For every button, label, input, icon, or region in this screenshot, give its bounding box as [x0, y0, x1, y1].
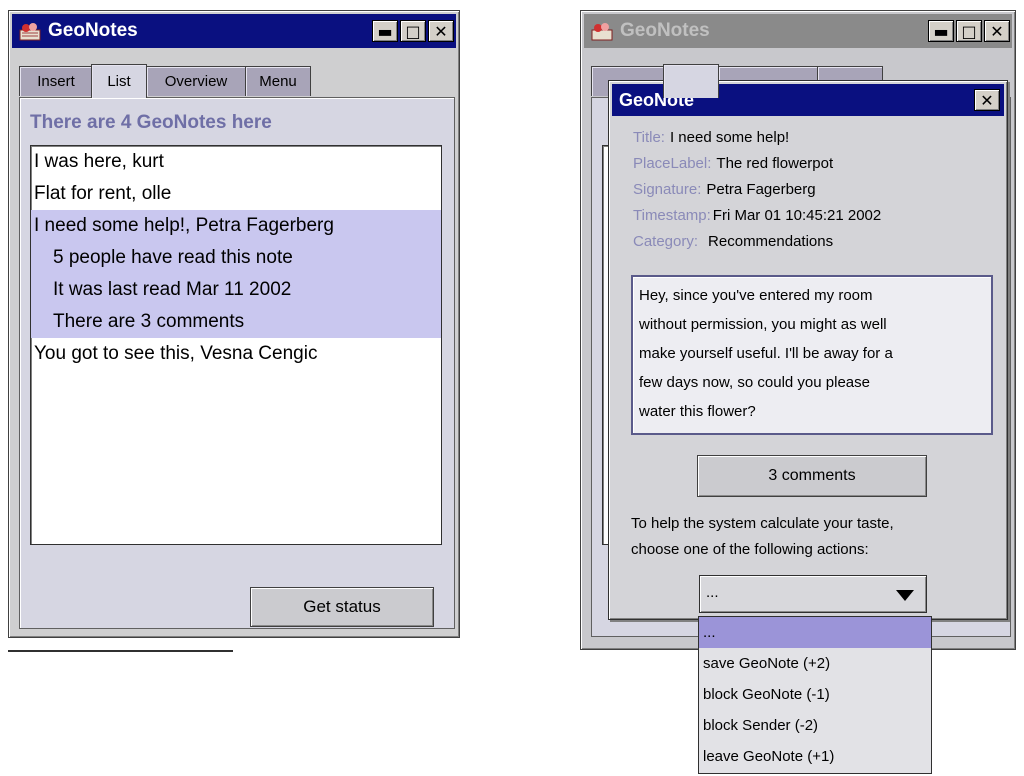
geonotes-app-icon [590, 20, 614, 42]
close-icon[interactable]: ✕ [428, 20, 454, 42]
geonotes-app-icon [18, 20, 42, 42]
close-icon[interactable]: ✕ [974, 89, 1000, 111]
minimize-icon[interactable]: ▬ [928, 20, 954, 42]
title-value: I need some help! [669, 129, 790, 146]
tab-overview[interactable]: Overview [146, 66, 246, 96]
tab-list-label: List [107, 73, 131, 90]
title-row: Title: I need some help! [633, 125, 993, 151]
taste-instructions: To help the system calculate your taste,… [631, 511, 1001, 563]
minimize-icon[interactable]: ▬ [372, 20, 398, 42]
tab-overview-label: Overview [164, 73, 228, 90]
taste-instruction-line-1: To help the system calculate your taste, [631, 515, 894, 532]
place-label-value: The red flowerpot [716, 155, 834, 172]
taste-options-dropdown: ... save GeoNote (+2) block GeoNote (-1)… [698, 616, 932, 774]
right-window-title: GeoNotes [620, 20, 710, 41]
category-label: Category: [633, 233, 699, 250]
taste-instruction-line-2: choose one of the following actions: [631, 541, 869, 558]
tab-list[interactable]: List [91, 64, 147, 98]
get-status-button[interactable]: Get status [250, 587, 434, 627]
tab-list[interactable] [663, 64, 719, 98]
left-window-shadow-line [8, 650, 233, 652]
geonote-dialog: GeoNote ✕ Title: I need some help! PlaceL… [608, 80, 1008, 620]
comments-button[interactable]: 3 comments [697, 455, 927, 497]
tab-insert[interactable]: Insert [19, 66, 93, 96]
title-label: Title: [633, 129, 665, 146]
timestamp-label: Timestamp: [633, 207, 711, 224]
tab-insert-label: Insert [37, 73, 75, 90]
message-line: Hey, since you've entered my room [639, 287, 873, 304]
list-item-detail[interactable]: There are 3 comments [31, 306, 441, 338]
message-line: few days now, so could you please [639, 374, 870, 391]
signature-value: Petra Fagerberg [706, 181, 816, 198]
tab-menu-label: Menu [259, 73, 297, 90]
signature-row: Signature: Petra Fagerberg [633, 177, 993, 203]
geonotes-list[interactable]: I was here, kurt Flat for rent, olle I n… [30, 145, 442, 545]
list-item[interactable]: Flat for rent, olle [31, 178, 441, 210]
signature-label: Signature: [633, 181, 702, 198]
note-fields: Title: I need some help! PlaceLabel: The r… [633, 125, 993, 255]
category-row: Category: Recommendations [633, 229, 993, 255]
left-window: GeoNotes ▬ □ ✕ Insert List Overview Menu… [8, 10, 460, 638]
list-item-detail: 5 people have read this note [31, 242, 441, 274]
message-line: make yourself useful. I'll be away for a [639, 345, 893, 362]
list-item-detail: It was last read Mar 11 2002 [31, 274, 441, 306]
timestamp-row: Timestamp: Fri Mar 01 10:45:21 2002 [633, 203, 993, 229]
list-item[interactable]: I was here, kurt [31, 146, 441, 178]
option-item-selected[interactable]: ... [699, 617, 931, 648]
taste-action-select[interactable]: ... [699, 575, 927, 613]
message-line: without permission, you might as well [639, 316, 887, 333]
triangle-down-icon[interactable] [896, 589, 914, 607]
right-window-titlebar[interactable]: GeoNotes ▬ □ ✕ [584, 14, 1012, 48]
message-textarea[interactable]: Hey, since you've entered my room withou… [631, 275, 993, 435]
list-tab-panel: There are 4 GeoNotes here I was here, ku… [19, 97, 455, 629]
get-status-label: Get status [303, 597, 381, 616]
option-item[interactable]: block Sender (-2) [699, 710, 931, 741]
option-item[interactable]: save GeoNote (+2) [699, 648, 931, 679]
taste-select-value: ... [706, 584, 719, 601]
comments-button-label: 3 comments [768, 467, 856, 484]
place-label-label: PlaceLabel: [633, 155, 712, 172]
list-item-selected[interactable]: I need some help!, Petra Fagerberg [31, 210, 441, 242]
close-icon[interactable]: ✕ [984, 20, 1010, 42]
left-window-titlebar[interactable]: GeoNotes ▬ □ ✕ [12, 14, 456, 48]
message-line: water this flower? [639, 403, 756, 420]
option-item[interactable]: leave GeoNote (+1) [699, 741, 931, 772]
place-label-row: PlaceLabel: The red flowerpot [633, 151, 993, 177]
list-item[interactable]: You got to see this, Vesna Cengic [31, 338, 441, 370]
tab-menu[interactable]: Menu [245, 66, 311, 96]
timestamp-value: Fri Mar 01 10:45:21 2002 [712, 207, 882, 224]
left-window-title: GeoNotes [48, 20, 138, 41]
option-item[interactable]: block GeoNote (-1) [699, 679, 931, 710]
maximize-icon[interactable]: □ [956, 20, 982, 42]
geonotes-count-heading: There are 4 GeoNotes here [30, 112, 272, 133]
maximize-icon[interactable]: □ [400, 20, 426, 42]
category-value: Recommendations [708, 233, 834, 250]
